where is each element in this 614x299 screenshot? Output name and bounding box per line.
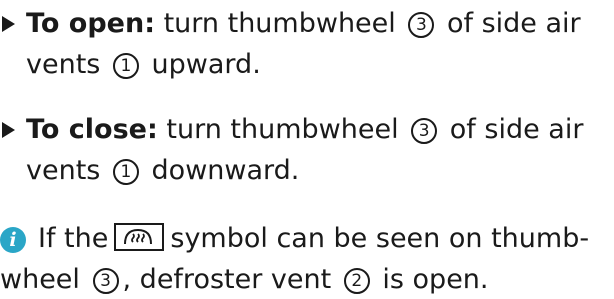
note-text: symbol can be seen on thumb- [170,223,590,254]
step-text: of side air [449,114,584,145]
note-line: If the symbol can be seen on thumb- [38,219,589,258]
thumbwheel-callout: 3 [411,118,438,144]
note-text: If the [38,223,109,254]
step-line: vents 1 downward. [26,151,299,190]
instruction-page: To open: turn thumbwheel 3 of side air v… [0,0,614,295]
step-arrow-icon [2,122,15,138]
step-line: To open: turn thumbwheel 3 of side air [26,4,581,43]
step-line: vents 1 upward. [26,45,261,84]
note-line: wheel 3, defroster vent 2 is open. [0,260,489,299]
step-line: To close: turn thumbwheel 3 of side air [26,110,583,149]
note-text: , defroster vent [122,264,332,295]
step-text: upward. [151,49,261,80]
step-text: turn thumbwheel [166,114,399,145]
step-text: vents [26,155,101,186]
step-text: of side air [446,8,581,39]
step-text: downward. [151,155,300,186]
step-text: vents [26,49,101,80]
note-text: is open. [382,264,489,295]
note-text: wheel [0,264,80,295]
defroster-vent-callout: 2 [343,268,370,294]
thumbwheel-callout: 3 [408,12,435,38]
defroster-symbol-icon [114,223,165,251]
info-icon: i [0,227,26,253]
thumbwheel-callout: 3 [92,268,119,294]
step-keyword: To close: [26,114,158,145]
vent-callout: 1 [112,53,139,79]
vent-callout: 1 [112,159,139,185]
step-text: turn thumbwheel [163,8,396,39]
info-note: i If the symbol can be seen on thumb- whe… [0,219,614,299]
step-arrow-icon [2,16,15,32]
step-keyword: To open: [26,8,155,39]
